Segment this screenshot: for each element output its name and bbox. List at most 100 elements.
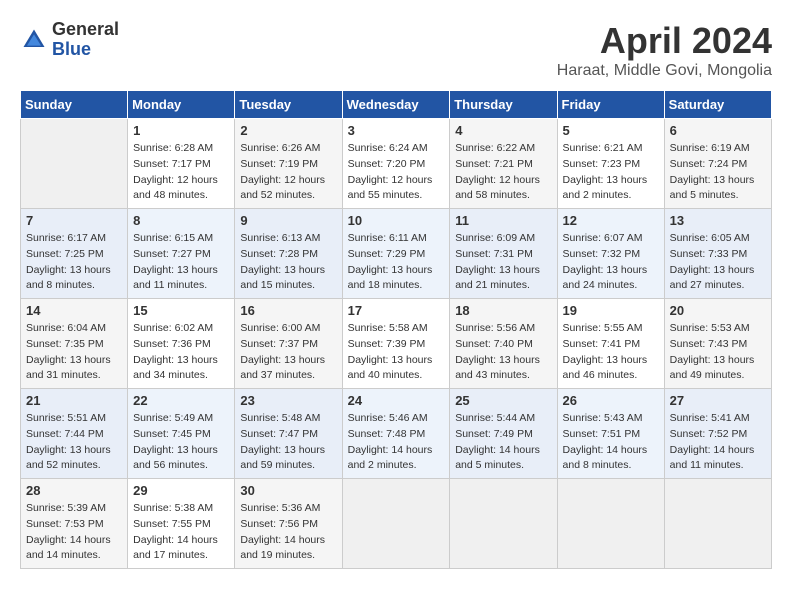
calendar-cell: [21, 119, 128, 209]
calendar-cell: 24 Sunrise: 5:46 AMSunset: 7:48 PMDayligh…: [342, 389, 450, 479]
day-info: Sunrise: 6:00 AMSunset: 7:37 PMDaylight:…: [240, 321, 336, 384]
calendar-cell: 21 Sunrise: 5:51 AMSunset: 7:44 PMDayligh…: [21, 389, 128, 479]
day-number: 26: [563, 393, 659, 408]
calendar-cell: 7 Sunrise: 6:17 AMSunset: 7:25 PMDaylight…: [21, 209, 128, 299]
calendar-cell: 20 Sunrise: 5:53 AMSunset: 7:43 PMDayligh…: [664, 299, 771, 389]
calendar-cell: 23Sunrise: 5:48 AMSunset: 7:47 PMDayligh…: [235, 389, 342, 479]
day-info: Sunrise: 5:41 AMSunset: 7:52 PMDaylight:…: [670, 411, 766, 474]
calendar-week-row: 1 Sunrise: 6:28 AMSunset: 7:17 PMDaylight…: [21, 119, 772, 209]
location-subtitle: Haraat, Middle Govi, Mongolia: [557, 62, 772, 80]
calendar-cell: 30Sunrise: 5:36 AMSunset: 7:56 PMDayligh…: [235, 479, 342, 569]
month-title: April 2024: [557, 20, 772, 62]
calendar-table: SundayMondayTuesdayWednesdayThursdayFrid…: [20, 90, 772, 569]
day-number: 8: [133, 213, 229, 228]
calendar-cell: 6 Sunrise: 6:19 AMSunset: 7:24 PMDaylight…: [664, 119, 771, 209]
day-number: 19: [563, 303, 659, 318]
day-info: Sunrise: 6:04 AMSunset: 7:35 PMDaylight:…: [26, 321, 122, 384]
header-friday: Friday: [557, 91, 664, 119]
day-info: Sunrise: 5:58 AMSunset: 7:39 PMDaylight:…: [348, 321, 445, 384]
logo: General Blue: [20, 20, 119, 60]
calendar-week-row: 7 Sunrise: 6:17 AMSunset: 7:25 PMDaylight…: [21, 209, 772, 299]
day-info: Sunrise: 5:38 AMSunset: 7:55 PMDaylight:…: [133, 501, 229, 564]
day-number: 22: [133, 393, 229, 408]
logo-icon: [20, 26, 48, 54]
calendar-header-row: SundayMondayTuesdayWednesdayThursdayFrid…: [21, 91, 772, 119]
calendar-cell: 5 Sunrise: 6:21 AMSunset: 7:23 PMDaylight…: [557, 119, 664, 209]
calendar-cell: 15 Sunrise: 6:02 AMSunset: 7:36 PMDayligh…: [128, 299, 235, 389]
day-info: Sunrise: 5:46 AMSunset: 7:48 PMDaylight:…: [348, 411, 445, 474]
day-number: 21: [26, 393, 122, 408]
day-number: 17: [348, 303, 445, 318]
day-number: 30: [240, 483, 336, 498]
header-monday: Monday: [128, 91, 235, 119]
day-info: Sunrise: 5:49 AMSunset: 7:45 PMDaylight:…: [133, 411, 229, 474]
day-number: 25: [455, 393, 551, 408]
day-info: Sunrise: 6:21 AMSunset: 7:23 PMDaylight:…: [563, 141, 659, 204]
calendar-cell: 9 Sunrise: 6:13 AMSunset: 7:28 PMDaylight…: [235, 209, 342, 299]
day-info: Sunrise: 5:56 AMSunset: 7:40 PMDaylight:…: [455, 321, 551, 384]
logo-text: General Blue: [52, 20, 119, 60]
day-info: Sunrise: 6:13 AMSunset: 7:28 PMDaylight:…: [240, 231, 336, 294]
calendar-cell: 1 Sunrise: 6:28 AMSunset: 7:17 PMDaylight…: [128, 119, 235, 209]
calendar-cell: 25 Sunrise: 5:44 AMSunset: 7:49 PMDayligh…: [450, 389, 557, 479]
calendar-cell: [342, 479, 450, 569]
day-info: Sunrise: 6:24 AMSunset: 7:20 PMDaylight:…: [348, 141, 445, 204]
calendar-cell: 4 Sunrise: 6:22 AMSunset: 7:21 PMDaylight…: [450, 119, 557, 209]
calendar-cell: 26 Sunrise: 5:43 AMSunset: 7:51 PMDayligh…: [557, 389, 664, 479]
calendar-week-row: 28Sunrise: 5:39 AMSunset: 7:53 PMDayligh…: [21, 479, 772, 569]
day-number: 15: [133, 303, 229, 318]
day-number: 24: [348, 393, 445, 408]
header-thursday: Thursday: [450, 91, 557, 119]
day-info: Sunrise: 6:15 AMSunset: 7:27 PMDaylight:…: [133, 231, 229, 294]
calendar-cell: 17 Sunrise: 5:58 AMSunset: 7:39 PMDayligh…: [342, 299, 450, 389]
calendar-cell: 27 Sunrise: 5:41 AMSunset: 7:52 PMDayligh…: [664, 389, 771, 479]
day-number: 2: [240, 123, 336, 138]
calendar-cell: [450, 479, 557, 569]
day-number: 18: [455, 303, 551, 318]
calendar-cell: 19Sunrise: 5:55 AMSunset: 7:41 PMDayligh…: [557, 299, 664, 389]
day-number: 14: [26, 303, 122, 318]
day-info: Sunrise: 5:39 AMSunset: 7:53 PMDaylight:…: [26, 501, 122, 564]
calendar-cell: 16 Sunrise: 6:00 AMSunset: 7:37 PMDayligh…: [235, 299, 342, 389]
calendar-cell: 13 Sunrise: 6:05 AMSunset: 7:33 PMDayligh…: [664, 209, 771, 299]
day-info: Sunrise: 5:43 AMSunset: 7:51 PMDaylight:…: [563, 411, 659, 474]
day-info: Sunrise: 6:02 AMSunset: 7:36 PMDaylight:…: [133, 321, 229, 384]
day-info: Sunrise: 6:28 AMSunset: 7:17 PMDaylight:…: [133, 141, 229, 204]
title-section: April 2024 Haraat, Middle Govi, Mongolia: [557, 20, 772, 80]
day-number: 9: [240, 213, 336, 228]
day-info: Sunrise: 5:53 AMSunset: 7:43 PMDaylight:…: [670, 321, 766, 384]
calendar-cell: [557, 479, 664, 569]
day-info: Sunrise: 6:22 AMSunset: 7:21 PMDaylight:…: [455, 141, 551, 204]
day-number: 20: [670, 303, 766, 318]
day-number: 13: [670, 213, 766, 228]
day-info: Sunrise: 5:44 AMSunset: 7:49 PMDaylight:…: [455, 411, 551, 474]
calendar-cell: 22 Sunrise: 5:49 AMSunset: 7:45 PMDayligh…: [128, 389, 235, 479]
day-number: 29: [133, 483, 229, 498]
day-number: 27: [670, 393, 766, 408]
calendar-cell: [664, 479, 771, 569]
page-header: General Blue April 2024 Haraat, Middle G…: [20, 20, 772, 80]
logo-blue-label: Blue: [52, 40, 119, 60]
day-number: 7: [26, 213, 122, 228]
day-number: 3: [348, 123, 445, 138]
calendar-cell: 12Sunrise: 6:07 AMSunset: 7:32 PMDayligh…: [557, 209, 664, 299]
logo-general-label: General: [52, 20, 119, 40]
day-info: Sunrise: 6:26 AMSunset: 7:19 PMDaylight:…: [240, 141, 336, 204]
calendar-cell: 2 Sunrise: 6:26 AMSunset: 7:19 PMDaylight…: [235, 119, 342, 209]
day-number: 5: [563, 123, 659, 138]
day-number: 12: [563, 213, 659, 228]
day-info: Sunrise: 6:17 AMSunset: 7:25 PMDaylight:…: [26, 231, 122, 294]
day-info: Sunrise: 6:05 AMSunset: 7:33 PMDaylight:…: [670, 231, 766, 294]
calendar-week-row: 14 Sunrise: 6:04 AMSunset: 7:35 PMDayligh…: [21, 299, 772, 389]
day-number: 6: [670, 123, 766, 138]
day-info: Sunrise: 5:48 AMSunset: 7:47 PMDaylight:…: [240, 411, 336, 474]
day-info: Sunrise: 5:51 AMSunset: 7:44 PMDaylight:…: [26, 411, 122, 474]
day-number: 4: [455, 123, 551, 138]
header-sunday: Sunday: [21, 91, 128, 119]
day-number: 16: [240, 303, 336, 318]
day-info: Sunrise: 6:19 AMSunset: 7:24 PMDaylight:…: [670, 141, 766, 204]
calendar-cell: 18 Sunrise: 5:56 AMSunset: 7:40 PMDayligh…: [450, 299, 557, 389]
day-number: 1: [133, 123, 229, 138]
day-info: Sunrise: 6:11 AMSunset: 7:29 PMDaylight:…: [348, 231, 445, 294]
calendar-cell: 10Sunrise: 6:11 AMSunset: 7:29 PMDayligh…: [342, 209, 450, 299]
